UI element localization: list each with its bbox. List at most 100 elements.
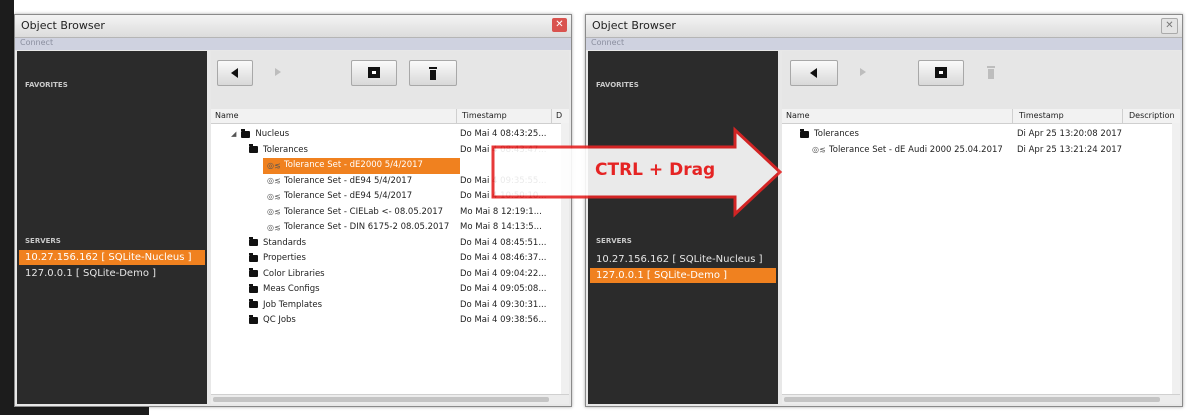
toolbar	[782, 51, 1180, 109]
folder-icon	[249, 314, 258, 324]
column-header: Name Timestamp Description	[782, 109, 1180, 124]
sidebar: FAVORITES SERVERS 10.27.156.162 [ SQLite…	[17, 51, 207, 404]
row-timestamp: Do Mai 4 10:50:10...	[460, 191, 547, 201]
row-name: ◎≲ Tolerance Set - dE2000 5/4/2017	[267, 160, 423, 170]
ctrl-drag-label: CTRL + Drag	[595, 160, 716, 180]
tree-row[interactable]: Job Templates Do Mai 4 09:30:31...	[211, 298, 569, 314]
row-name: ◎≲ Tolerance Set - DIN 6175-2 08.05.2017	[267, 222, 449, 232]
row-label: Tolerance Set - DIN 6175-2 08.05.2017	[284, 222, 450, 232]
menu-connect[interactable]: Connect	[591, 38, 624, 47]
row-timestamp: Do Mai 4 08:46:37...	[460, 253, 547, 263]
sidebar: FAVORITES SERVERS 10.27.156.162 [ SQLite…	[588, 51, 778, 404]
server-item-nucleus[interactable]: 10.27.156.162 [ SQLite-Nucleus ]	[590, 252, 776, 267]
row-timestamp: Do Mai 4 09:05:08...	[460, 284, 547, 294]
tree-row[interactable]: ◎≲ Tolerance Set - dE2000 5/4/2017 Do Mai …	[211, 158, 569, 174]
row-name: QC Jobs	[249, 314, 296, 325]
row-label: Tolerance Set - dE2000 5/4/2017	[284, 160, 423, 170]
tree-row[interactable]: ◎≲ Tolerance Set - CIELab <- 08.05.2017 Mo…	[211, 205, 569, 221]
tree-row[interactable]: ◎≲ Tolerance Set - dE Audi 2000 25.04.201…	[782, 143, 1180, 159]
new-folder-icon	[935, 67, 947, 78]
tolerance-icon: ◎≲	[267, 207, 281, 216]
tolerance-icon: ◎≲	[267, 222, 281, 232]
horizontal-scrollbar[interactable]	[211, 394, 569, 404]
back-arrow-icon	[231, 68, 238, 78]
tree-row[interactable]: ◎≲ Tolerance Set - dE94 5/4/2017 Do Mai 4 …	[211, 174, 569, 190]
server-item-nucleus[interactable]: 10.27.156.162 [ SQLite-Nucleus ]	[19, 250, 205, 265]
new-folder-button[interactable]	[351, 60, 397, 86]
close-icon[interactable]: ✕	[552, 18, 567, 32]
row-name: Job Templates	[249, 299, 323, 310]
row-name: ◎≲ Tolerance Set - dE Audi 2000 25.04.201…	[812, 145, 1003, 155]
row-timestamp: Do Mai 4 08:43:25...	[460, 129, 547, 139]
back-button[interactable]	[790, 60, 838, 86]
row-timestamp: Do Mai 4 09:30:31...	[460, 299, 547, 310]
column-description[interactable]: Description	[1129, 111, 1175, 120]
tolerance-icon: ◎≲	[812, 145, 826, 154]
delete-trash-icon	[987, 66, 995, 79]
vertical-scrollbar[interactable]	[561, 123, 569, 395]
tree-row[interactable]: Tolerances Di Apr 25 13:20:08 2017	[782, 127, 1180, 143]
column-divider[interactable]	[551, 109, 552, 123]
expand-arrow-icon[interactable]: ◢	[231, 130, 236, 138]
delete-trash-icon	[429, 67, 437, 80]
forward-button[interactable]	[271, 60, 285, 84]
row-label: Tolerances	[263, 144, 308, 155]
menu-bar: Connect	[586, 38, 1182, 50]
column-name[interactable]: Name	[786, 111, 810, 120]
horizontal-scrollbar[interactable]	[782, 394, 1180, 404]
scroll-thumb[interactable]	[213, 397, 549, 402]
title-bar[interactable]: Object Browser ✕	[586, 15, 1182, 38]
tree-row[interactable]: Properties Do Mai 4 08:46:37...	[211, 251, 569, 267]
column-timestamp[interactable]: Timestamp	[1019, 111, 1064, 120]
scroll-thumb[interactable]	[784, 397, 1160, 402]
row-name: Tolerances	[249, 144, 308, 155]
column-description[interactable]: D	[556, 111, 562, 120]
tree-row[interactable]: Meas Configs Do Mai 4 09:05:08...	[211, 282, 569, 298]
tree-row[interactable]: ◢ Nucleus Do Mai 4 08:43:25...	[211, 127, 569, 143]
folder-icon	[800, 128, 809, 138]
title-bar[interactable]: Object Browser ✕	[15, 15, 571, 38]
server-item-demo[interactable]: 127.0.0.1 [ SQLite-Demo ]	[590, 268, 776, 283]
row-timestamp: Do Mai 4 08:43:47...	[460, 144, 547, 155]
favorites-heading: FAVORITES	[25, 81, 68, 89]
tree-row[interactable]: ◎≲ Tolerance Set - dE94 5/4/2017 Do Mai 4 …	[211, 189, 569, 205]
column-divider[interactable]	[1012, 109, 1013, 123]
new-folder-icon	[368, 67, 380, 78]
close-icon[interactable]: ✕	[1161, 18, 1178, 34]
folder-icon	[249, 237, 258, 246]
column-divider[interactable]	[1122, 109, 1123, 123]
column-timestamp[interactable]: Timestamp	[462, 111, 507, 120]
menu-connect[interactable]: Connect	[20, 38, 53, 47]
object-browser-window-left: Object Browser ✕ Connect FAVORITES SERVE…	[14, 14, 572, 407]
tree-row[interactable]: QC Jobs Do Mai 4 09:38:56...	[211, 313, 569, 329]
back-button[interactable]	[217, 60, 253, 86]
content-pane: Name Timestamp D ◢ Nucleus Do Mai 4 08:43:…	[211, 51, 569, 404]
tolerance-icon: ◎≲	[267, 176, 281, 185]
forward-arrow-icon	[860, 68, 866, 76]
tree-row[interactable]: Tolerances Do Mai 4 08:43:47...	[211, 143, 569, 159]
row-name: Properties	[249, 252, 306, 263]
server-item-demo[interactable]: 127.0.0.1 [ SQLite-Demo ]	[19, 266, 205, 281]
column-name[interactable]: Name	[215, 111, 239, 120]
row-timestamp: Do Mai 4 08:45:51...	[460, 237, 547, 248]
vertical-scrollbar[interactable]	[1172, 123, 1180, 395]
row-label: Tolerance Set - dE94 5/4/2017	[284, 191, 413, 201]
tree-row[interactable]: ◎≲ Tolerance Set - DIN 6175-2 08.05.2017 M…	[211, 220, 569, 236]
row-name: ◢ Nucleus	[231, 128, 289, 139]
tree-row[interactable]: Standards Do Mai 4 08:45:51...	[211, 236, 569, 252]
column-header: Name Timestamp D	[211, 109, 569, 124]
forward-button[interactable]	[856, 60, 870, 84]
folder-icon	[241, 128, 251, 138]
new-folder-button[interactable]	[918, 60, 964, 86]
folder-icon	[249, 299, 258, 308]
tree-row[interactable]: Color Libraries Do Mai 4 09:04:22...	[211, 267, 569, 283]
column-divider[interactable]	[456, 109, 457, 123]
delete-button[interactable]	[409, 60, 457, 86]
row-label: Tolerances	[814, 129, 859, 139]
delete-button[interactable]	[978, 60, 1004, 84]
row-label: QC Jobs	[263, 315, 296, 325]
tolerance-icon: ◎≲	[267, 160, 281, 170]
tolerance-icon: ◎≲	[267, 191, 281, 201]
folder-icon	[249, 268, 258, 277]
row-label: Job Templates	[263, 299, 323, 310]
